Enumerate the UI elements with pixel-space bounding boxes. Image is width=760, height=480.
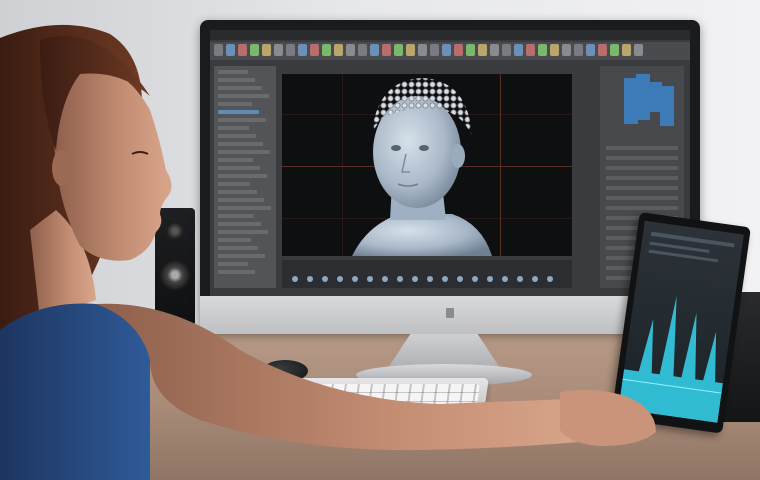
photo-scene: [0, 0, 760, 480]
woman-figure: [0, 24, 656, 480]
